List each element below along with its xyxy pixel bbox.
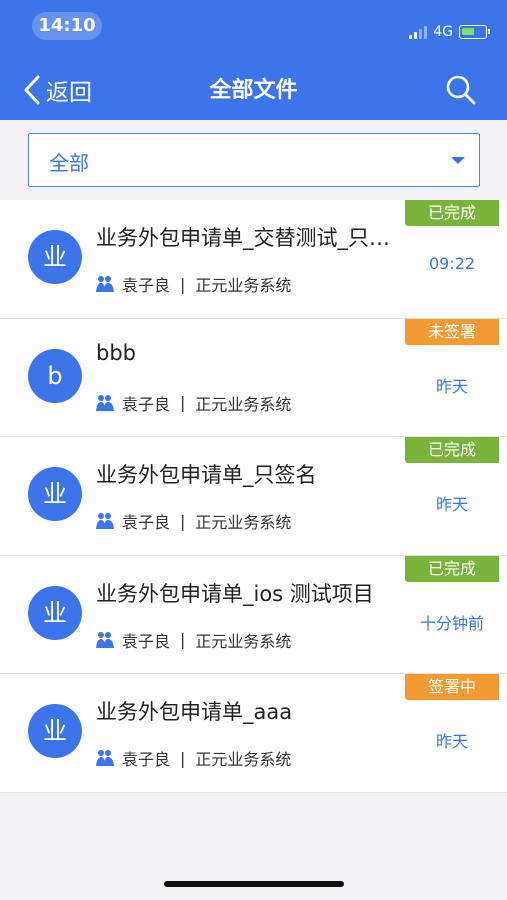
document-meta: 袁子良 | 正元业务系统 — [96, 509, 291, 533]
signal-icon — [409, 25, 428, 39]
separator: | — [180, 630, 186, 649]
list-item[interactable]: 业 业务外包申请单_aaa 袁子良 | 正元业务系统 签署中 昨天 — [0, 674, 507, 793]
document-user: 袁子良 — [122, 276, 171, 295]
document-user: 袁子良 — [122, 631, 171, 651]
list-item[interactable]: 业 业务外包申请单_只签名 袁子良 | 正元业务系统 已完成 昨天 — [0, 437, 507, 556]
list-item[interactable]: b bbb 袁子良 | 正元业务系统 未签署 昨天 — [0, 318, 507, 437]
document-time: 十分钟前 — [419, 613, 484, 633]
filter-dropdown[interactable]: 全部 — [28, 133, 480, 187]
list-item[interactable]: 业 业务外包申请单_ios 测试项目 袁子良 | 正元业务系统 已完成 十分钟前 — [0, 555, 507, 674]
document-system: 正元业务系统 — [195, 750, 292, 769]
document-time: 昨天 — [435, 732, 468, 751]
document-user: 袁子良 — [122, 513, 171, 532]
status-badge: 已完成 — [405, 555, 499, 582]
document-title: 业务外包申请单_只签名 — [96, 463, 317, 487]
separator: | — [180, 511, 186, 531]
caret-down-icon — [451, 157, 465, 164]
document-user: 袁子良 — [122, 750, 171, 769]
back-button[interactable]: 返回 — [22, 70, 92, 110]
avatar: 业 — [28, 704, 82, 758]
document-list: 业 业务外包申请单_交替测试_只签名测试 袁子良 | 正元业务系统 已完成 09… — [0, 200, 507, 793]
avatar: 业 — [28, 467, 82, 521]
avatar: b — [28, 348, 82, 403]
user-group-icon — [96, 276, 114, 292]
search-icon[interactable] — [445, 74, 477, 106]
user-group-icon — [96, 750, 114, 766]
status-badge: 已完成 — [405, 437, 499, 463]
status-badge: 未签署 — [405, 318, 499, 345]
status-badge: 签署中 — [405, 674, 499, 700]
list-item[interactable]: 业 业务外包申请单_交替测试_只签名测试 袁子良 | 正元业务系统 已完成 09… — [0, 200, 507, 319]
document-meta: 袁子良 | 正元业务系统 — [96, 746, 291, 770]
filter-selected-value: 全部 — [49, 151, 89, 175]
status-badge: 已完成 — [405, 200, 499, 226]
filter-bar: 全部 — [0, 120, 507, 200]
document-meta: 袁子良 | 正元业务系统 — [96, 391, 291, 415]
document-system: 正元业务系统 — [195, 513, 292, 532]
document-title: 业务外包申请单_aaa — [96, 700, 293, 724]
document-time: 09:22 — [428, 254, 476, 273]
home-indicator[interactable] — [164, 881, 344, 887]
document-time: 昨天 — [435, 495, 468, 514]
back-label: 返回 — [46, 80, 92, 106]
document-title: 业务外包申请单_交替测试_只签名测试 — [96, 226, 402, 250]
network-type: 4G — [433, 24, 453, 40]
document-title: bbb — [96, 340, 136, 365]
document-user: 袁子良 — [122, 394, 171, 414]
document-system: 正元业务系统 — [195, 631, 292, 651]
separator: | — [180, 748, 186, 768]
avatar: 业 — [28, 230, 82, 284]
document-time: 昨天 — [435, 376, 468, 396]
user-group-icon — [96, 394, 114, 411]
user-group-icon — [96, 513, 114, 529]
status-indicators: 4G — [409, 20, 490, 44]
document-system: 正元业务系统 — [195, 394, 292, 414]
document-meta: 袁子良 | 正元业务系统 — [96, 628, 291, 652]
document-meta: 袁子良 | 正元业务系统 — [96, 272, 291, 296]
battery-icon — [459, 25, 490, 39]
chevron-left-icon — [24, 75, 40, 105]
status-time: 14:10 — [32, 12, 102, 40]
avatar: 业 — [28, 585, 82, 640]
document-system: 正元业务系统 — [195, 276, 292, 295]
separator: | — [180, 393, 186, 412]
user-group-icon — [96, 631, 114, 648]
document-title: 业务外包申请单_ios 测试项目 — [96, 581, 374, 606]
separator: | — [180, 274, 186, 294]
app-header: 14:10 4G 返回 全部文件 — [0, 0, 507, 120]
